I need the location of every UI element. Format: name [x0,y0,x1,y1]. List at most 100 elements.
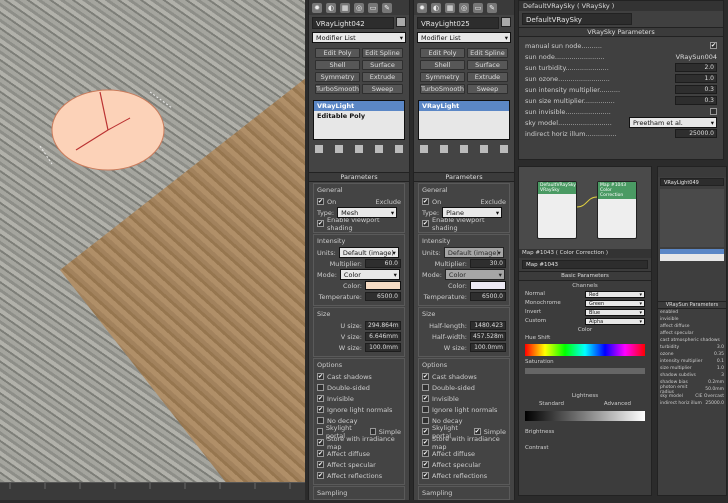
affect-reflections-checkbox[interactable]: ✔ [317,472,324,479]
indirect-horiz-spinner[interactable]: 25000.0 [675,129,717,138]
parameters-rollout[interactable]: Parameters [309,172,409,182]
sun-invisible-checkbox[interactable] [710,108,717,115]
sweep-button[interactable]: Sweep [361,84,403,94]
affect-specular-checkbox[interactable]: ✔ [422,461,429,468]
exclude-button[interactable]: Exclude [376,198,401,206]
show-end-result-icon[interactable] [440,145,448,153]
stack-item-editable-poly[interactable]: Editable Poly [314,111,404,121]
green-dropdown[interactable]: Green [585,300,645,307]
double-sided-checkbox[interactable] [422,384,429,391]
node-view[interactable]: DefaultVRaySky VRaySky Map #1043 Color C… [519,167,651,249]
object-name-field[interactable]: VRayLight042 [312,17,394,29]
sun-intensity-spinner[interactable]: 0.3 [675,85,717,94]
temperature-spinner[interactable]: 6500.0 [365,292,401,301]
utilities-tab-icon[interactable]: ✎ [382,2,392,13]
custom-radio[interactable]: Custom [525,318,585,325]
symmetry-button[interactable]: Symmetry [420,72,465,82]
modifier-list-dropdown[interactable]: Modifier List [417,32,511,43]
blue-dropdown[interactable]: Blue [585,309,645,316]
ignore-normals-checkbox[interactable]: ✔ [317,406,324,413]
map-name-field[interactable]: Map #1043 [522,260,648,269]
sun-ozone-spinner[interactable]: 1.0 [675,74,717,83]
object-name-field[interactable]: VRayLight025 [417,17,499,29]
remove-modifier-icon[interactable] [480,145,488,153]
modifier-list-dropdown[interactable]: Modifier List [312,32,406,43]
type-dropdown[interactable]: Plane [442,207,503,218]
motion-tab-icon[interactable]: ◎ [354,2,364,13]
no-decay-checkbox[interactable] [422,417,429,424]
v-size-spinner[interactable]: 6.646mm [365,332,401,341]
viewport-shading-checkbox[interactable]: ✔ [422,220,429,227]
sun-turbidity-spinner[interactable]: 2.0 [675,63,717,72]
surface-button[interactable]: Surface [466,60,508,70]
standard-radio[interactable]: Standard [539,401,564,407]
mode-dropdown[interactable]: Color [444,269,505,280]
w-size-spinner[interactable]: 100.0mm [470,343,506,352]
shell-button[interactable]: Shell [420,60,465,70]
hierarchy-tab-icon[interactable]: ▦ [445,2,455,13]
sun-size-spinner[interactable]: 0.3 [675,96,717,105]
affect-diffuse-checkbox[interactable]: ✔ [422,450,429,457]
sun-node-button[interactable]: VRaySun004 [676,53,717,61]
pin-stack-icon[interactable] [315,145,323,153]
double-sided-checkbox[interactable] [317,384,324,391]
units-dropdown[interactable]: Default (image) [443,247,504,258]
no-decay-checkbox[interactable] [317,417,324,424]
half-width-spinner[interactable]: 457.528m [470,332,506,341]
configure-sets-icon[interactable] [500,145,508,153]
invert-radio[interactable]: Invert [525,309,585,316]
turbosmooth-button[interactable]: TurboSmooth [315,84,360,94]
on-checkbox[interactable]: ✔ [422,198,429,205]
advanced-radio[interactable]: Advanced [604,401,631,407]
object-color-swatch[interactable] [501,17,511,27]
modify-tab-icon[interactable]: ◐ [326,2,336,13]
red-dropdown[interactable]: Red [585,291,645,298]
object-color-swatch[interactable] [396,17,406,27]
remove-modifier-icon[interactable] [375,145,383,153]
invisible-checkbox[interactable]: ✔ [422,395,429,402]
motion-tab-icon[interactable]: ◎ [459,2,469,13]
display-tab-icon[interactable]: ▭ [473,2,483,13]
lightness-gradient-bar[interactable] [525,411,645,421]
affect-reflections-checkbox[interactable]: ✔ [422,472,429,479]
turbosmooth-button[interactable]: TurboSmooth [420,84,465,94]
skylight-portal-checkbox[interactable]: ✔ [422,428,429,435]
sky-name-field[interactable]: DefaultVRaySky [522,13,632,25]
shell-button[interactable]: Shell [315,60,360,70]
affect-diffuse-checkbox[interactable]: ✔ [317,450,324,457]
normal-radio[interactable]: Normal [525,291,585,298]
temperature-spinner[interactable]: 6500.0 [470,292,506,301]
edit-poly-button[interactable]: Edit Poly [420,48,465,58]
ignore-normals-checkbox[interactable] [422,406,429,413]
monochrome-radio[interactable]: Monochrome [525,300,585,307]
store-irradiance-checkbox[interactable]: ✔ [422,439,429,446]
w-size-spinner[interactable]: 100.0mm [365,343,401,352]
configure-sets-icon[interactable] [395,145,403,153]
light-color-swatch[interactable] [365,281,401,290]
exclude-button[interactable]: Exclude [481,198,506,206]
viewport[interactable] [0,0,305,500]
make-unique-icon[interactable] [460,145,468,153]
light-gizmo[interactable] [0,0,305,482]
extrude-button[interactable]: Extrude [466,72,508,82]
sun-name-field[interactable]: VRayLight049 [660,178,724,186]
u-size-spinner[interactable]: 294.864m [365,321,401,330]
viewport-shading-checkbox[interactable]: ✔ [317,220,324,227]
make-unique-icon[interactable] [355,145,363,153]
surface-button[interactable]: Surface [361,60,403,70]
skylight-portal-checkbox[interactable] [317,428,323,435]
alpha-dropdown[interactable]: Alpha [585,318,645,325]
edit-spline-button[interactable]: Edit Spline [466,48,508,58]
create-tab-icon[interactable]: ✹ [417,2,427,13]
manual-sun-checkbox[interactable]: ✔ [710,42,717,49]
hue-gradient-bar[interactable] [525,344,645,356]
light-color-swatch[interactable] [470,281,506,290]
symmetry-button[interactable]: Symmetry [315,72,360,82]
edit-poly-button[interactable]: Edit Poly [315,48,360,58]
sky-model-dropdown[interactable]: Preetham et al. [629,117,717,128]
vraysky-parameters-rollout[interactable]: VRaySky Parameters [519,27,723,37]
saturation-slider[interactable] [525,368,645,374]
stack-item-vraylight[interactable]: VRayLight [419,101,509,111]
type-dropdown[interactable]: Mesh [337,207,398,218]
invisible-checkbox[interactable]: ✔ [317,395,324,402]
